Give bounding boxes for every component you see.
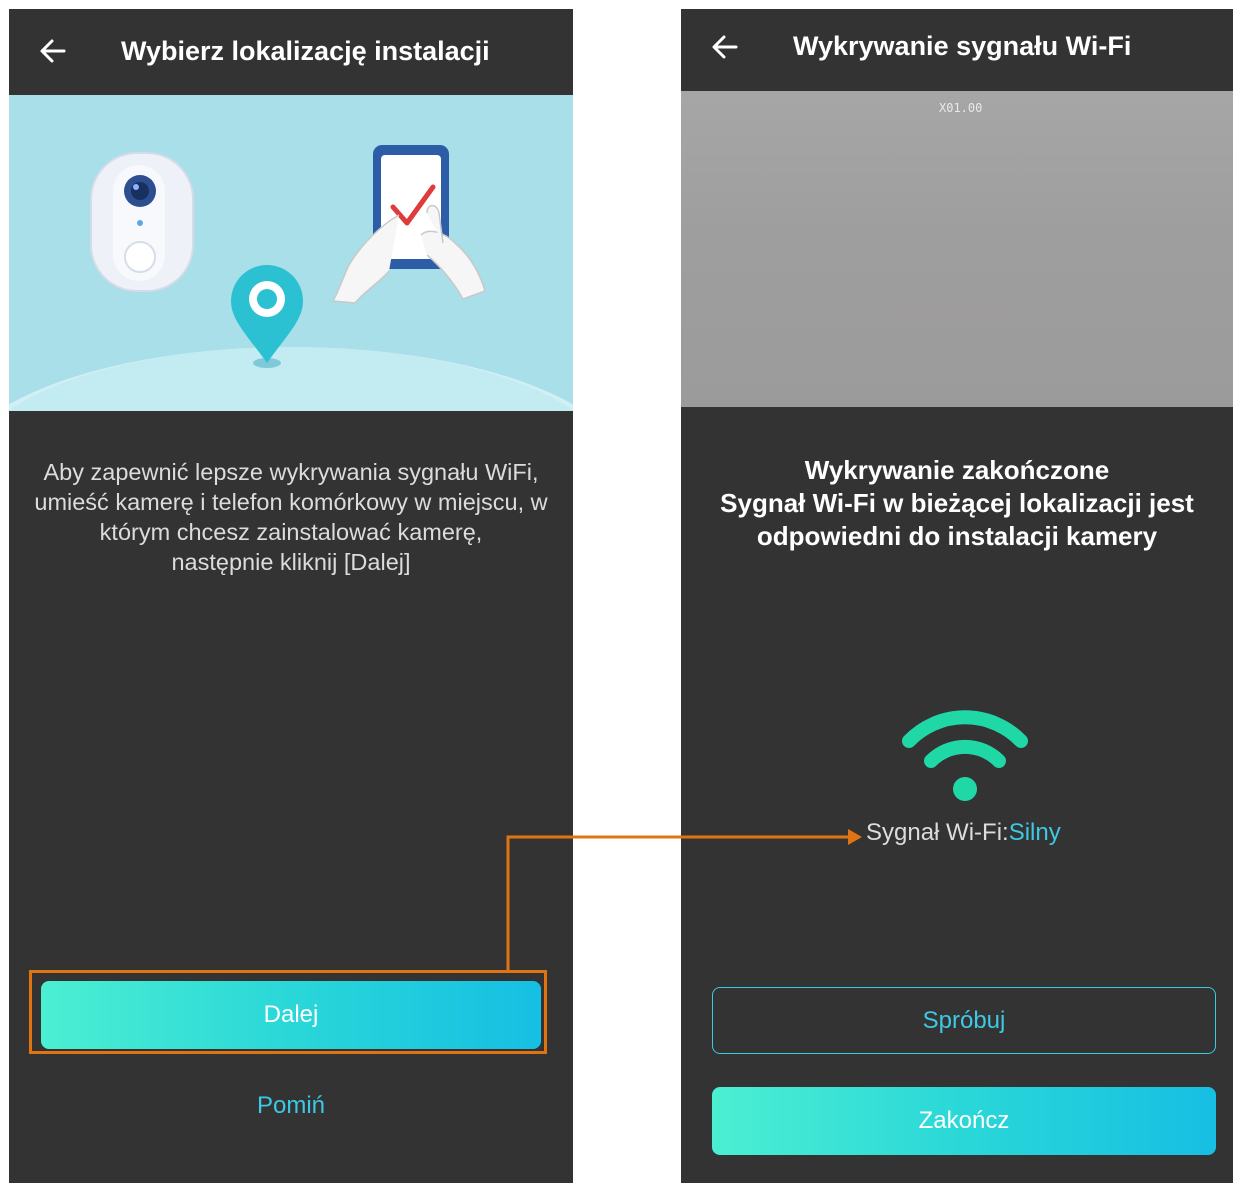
instruction-line: następnie kliknij [Dalej]: [171, 549, 411, 575]
instruction-text: Aby zapewnić lepsze wykrywania sygnału W…: [15, 457, 567, 577]
skip-link[interactable]: Pomiń: [9, 1092, 573, 1120]
phone-checkmark-icon: [331, 145, 486, 304]
signal-label: Sygnał Wi-Fi:: [866, 819, 1009, 846]
result-line: Wykrywanie zakończone: [804, 455, 1110, 485]
signal-strength: Sygnał Wi-Fi:Silny: [866, 819, 1061, 847]
page-title: Wybierz lokalizację instalacji: [121, 36, 490, 66]
instruction-line: umieść kamerę i telefon komórkowy w miej…: [34, 489, 548, 515]
wifi-detection-screen: Wykrywanie sygnału Wi-Fi X01.00 Wykrywan…: [681, 9, 1233, 1183]
back-arrow-icon[interactable]: [711, 33, 739, 61]
detection-result-text: Wykrywanie zakończone Sygnał Wi-Fi w bie…: [681, 454, 1233, 553]
app-header: Wykrywanie sygnału Wi-Fi: [681, 9, 1233, 91]
app-header: Wybierz lokalizację instalacji: [9, 9, 573, 95]
camera-icon: [90, 152, 194, 292]
result-line: odpowiedni do instalacji kamery: [756, 521, 1158, 551]
instruction-line: którym chcesz zainstalować kamerę,: [99, 519, 483, 545]
retry-button[interactable]: Spróbuj: [712, 987, 1216, 1054]
page-title: Wykrywanie sygnału Wi-Fi: [793, 31, 1132, 61]
camera-preview: X01.00: [681, 91, 1233, 407]
instruction-line: Aby zapewnić lepsze wykrywania sygnału W…: [43, 459, 539, 485]
back-arrow-icon[interactable]: [39, 37, 67, 65]
finish-button[interactable]: Zakończ: [712, 1087, 1216, 1155]
next-button[interactable]: Dalej: [41, 981, 541, 1049]
illustration-graphic: [9, 145, 573, 411]
preview-timestamp: X01.00: [939, 101, 983, 115]
install-location-screen: Wybierz lokalizację instalacji Aby zapew…: [9, 9, 573, 1183]
location-illustration: [9, 95, 573, 411]
signal-value: Silny: [1008, 819, 1061, 846]
wifi-signal-icon: [902, 710, 1028, 801]
result-line: Sygnał Wi-Fi w bieżącej lokalizacji jest: [720, 488, 1194, 518]
